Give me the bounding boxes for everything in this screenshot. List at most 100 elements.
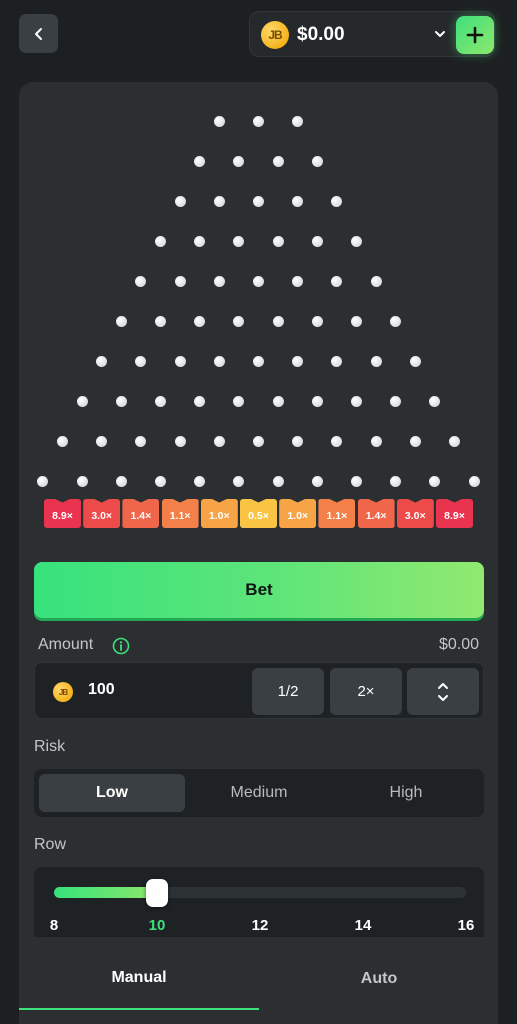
risk-option-low[interactable]: Low: [39, 774, 185, 812]
row-tick-label: 16: [457, 917, 475, 934]
peg: [253, 195, 264, 207]
multiplier-slot: 1.4×: [357, 499, 395, 528]
peg: [272, 395, 284, 407]
row-slider-track[interactable]: [54, 879, 466, 907]
peg: [409, 355, 421, 367]
risk-selector: Low Medium High: [34, 769, 484, 817]
peg: [253, 435, 264, 447]
double-amount-button[interactable]: 2×: [330, 668, 402, 715]
peg: [76, 475, 88, 487]
peg: [390, 315, 402, 327]
multiplier-slot: 3.0×: [83, 499, 121, 528]
peg: [292, 275, 304, 287]
risk-option-high[interactable]: High: [333, 774, 479, 812]
peg: [96, 435, 108, 447]
chevron-up-down-icon: [438, 682, 448, 701]
peg: [135, 435, 147, 447]
peg: [272, 155, 284, 167]
peg: [253, 275, 264, 287]
amount-stepper-button[interactable]: [407, 668, 479, 715]
row-tick-label: 14: [354, 917, 372, 934]
peg: [351, 475, 362, 487]
peg: [331, 355, 343, 367]
coin-icon: JB: [53, 682, 73, 702]
peg: [194, 315, 206, 327]
info-icon[interactable]: [112, 637, 130, 655]
multiplier-slot: 8.9×: [44, 499, 81, 528]
peg: [311, 235, 323, 247]
peg: [213, 275, 225, 287]
peg: [311, 315, 323, 327]
peg: [57, 435, 68, 447]
row-slider-box: 8 10 12 14 16: [34, 867, 484, 937]
peg: [370, 275, 382, 287]
amount-input-box[interactable]: JB 100 1/2 2×: [34, 662, 484, 719]
peg: [390, 475, 402, 487]
peg: [155, 395, 166, 407]
peg: [351, 315, 362, 327]
peg: [135, 275, 147, 287]
peg: [135, 355, 147, 367]
peg: [351, 235, 362, 247]
peg: [331, 195, 343, 207]
amount-label: Amount: [38, 636, 94, 653]
peg: [253, 355, 264, 367]
peg: [233, 475, 245, 487]
multiplier-slot: 1.0×: [200, 499, 238, 528]
peg: [155, 315, 166, 327]
peg: [115, 315, 127, 327]
tab-manual[interactable]: Manual: [19, 948, 259, 1010]
peg: [194, 235, 206, 247]
peg: [429, 395, 441, 407]
multiplier-slot: 3.0×: [396, 499, 434, 528]
peg: [409, 435, 421, 447]
row-tick-label: 8: [49, 917, 59, 934]
peg: [76, 395, 88, 407]
row-label: Row: [34, 836, 67, 853]
row-slider-fill: [54, 887, 159, 898]
peg: [115, 475, 127, 487]
peg: [292, 195, 304, 207]
peg: [174, 275, 186, 287]
peg: [233, 395, 245, 407]
peg: [213, 195, 225, 207]
multiplier-slot: 0.5×: [240, 499, 277, 528]
peg: [233, 155, 245, 167]
peg: [272, 315, 284, 327]
plinko-board: 8.9× 3.0× 1.4× 1.1× 1.0× 0.5× 1.0× 1.1× 1.4× 3.0×…: [0, 0, 517, 560]
amount-total: $0.00: [438, 636, 479, 653]
multiplier-slot: 1.4×: [122, 499, 160, 528]
peg: [429, 475, 441, 487]
peg: [174, 435, 186, 447]
row-slider-thumb[interactable]: [146, 879, 168, 907]
peg: [292, 115, 304, 127]
tab-auto[interactable]: Auto: [259, 948, 499, 1010]
peg: [292, 435, 304, 447]
peg: [311, 395, 323, 407]
peg: [272, 475, 284, 487]
multiplier-slot: 1.1×: [161, 499, 199, 528]
multiplier-slot: 1.1×: [318, 499, 356, 528]
peg: [174, 195, 186, 207]
peg: [233, 315, 245, 327]
peg: [213, 435, 225, 447]
risk-option-medium[interactable]: Medium: [186, 774, 332, 812]
amount-input[interactable]: 100: [88, 681, 115, 699]
bet-button[interactable]: Bet: [34, 562, 484, 618]
peg: [468, 475, 480, 487]
peg: [311, 155, 323, 167]
half-amount-button[interactable]: 1/2: [252, 668, 324, 715]
multiplier-slot: 8.9×: [436, 499, 473, 528]
peg: [331, 435, 343, 447]
peg: [155, 235, 166, 247]
multiplier-slot: 1.0×: [279, 499, 317, 528]
peg: [390, 395, 402, 407]
peg: [213, 115, 225, 127]
peg: [155, 475, 166, 487]
row-tick-label: 12: [251, 917, 269, 934]
peg: [311, 475, 323, 487]
peg: [194, 475, 206, 487]
peg: [449, 435, 460, 447]
peg: [253, 115, 264, 127]
peg: [233, 235, 245, 247]
